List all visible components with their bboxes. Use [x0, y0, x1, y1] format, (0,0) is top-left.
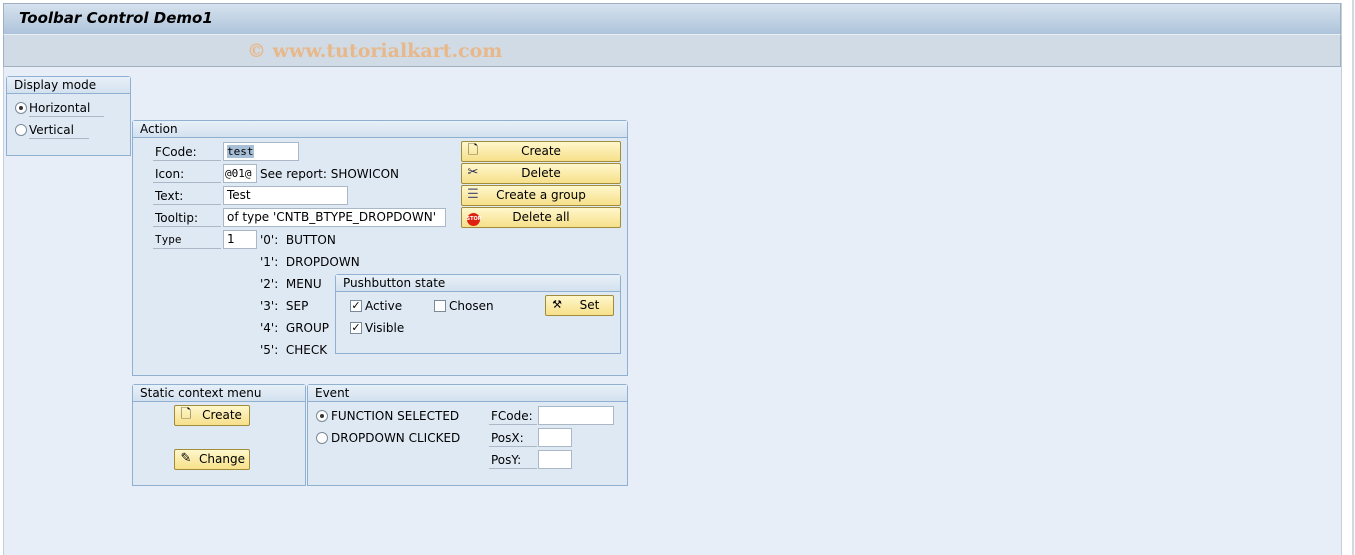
active-checkbox[interactable]: ✓ [350, 300, 362, 312]
function-selected-radio[interactable] [316, 410, 328, 422]
dropdown-clicked-label[interactable]: DROPDOWN CLICKED [331, 430, 460, 446]
create-button[interactable]: 🗋 Create [461, 141, 621, 162]
event-fcode-label: FCode: [489, 408, 537, 425]
delete-all-button[interactable]: STOP Delete all [461, 207, 621, 228]
horizontal-label[interactable]: Horizontal [29, 100, 104, 117]
settings-icon: ⚒ [552, 298, 562, 311]
static-context-menu-title: Static context menu [133, 385, 305, 402]
scissors-icon: ✂ [467, 165, 479, 180]
text-label: Text: [153, 188, 221, 205]
stack-icon: ☰ [467, 187, 479, 202]
pushbutton-state-title: Pushbutton state [336, 275, 620, 292]
static-context-menu-group: Static context menu [132, 384, 306, 486]
visible-checkbox[interactable]: ✓ [350, 322, 362, 334]
watermark: © www.tutorialkart.com [247, 40, 503, 62]
context-change-button[interactable]: ✎ Change [174, 449, 250, 470]
vertical-radio[interactable] [15, 124, 27, 136]
tooltip-input[interactable]: of type 'CNTB_BTYPE_DROPDOWN' [223, 208, 446, 227]
stop-icon: STOP [465, 209, 481, 226]
window-border [1352, 0, 1354, 555]
event-fcode-input[interactable] [538, 406, 614, 425]
posx-label: PosX: [489, 430, 537, 447]
tooltip-label: Tooltip: [153, 210, 221, 227]
type-input[interactable]: 1 [223, 230, 257, 249]
action-title: Action [133, 121, 627, 138]
type-option: '3': SEP [260, 299, 309, 313]
type-option: '2': MENU [260, 277, 322, 291]
icon-hint: See report: SHOWICON [260, 167, 399, 181]
create-group-button[interactable]: ☰ Create a group [461, 185, 621, 206]
vertical-label[interactable]: Vertical [29, 122, 89, 139]
icon-label: Icon: [153, 166, 221, 183]
posy-input[interactable] [538, 450, 572, 469]
application-toolbar: © www.tutorialkart.com [3, 35, 1341, 67]
context-create-button[interactable]: 🗋 Create [174, 405, 250, 426]
type-option: '1': DROPDOWN [260, 255, 360, 269]
event-title: Event [308, 385, 627, 402]
chosen-checkbox[interactable] [434, 300, 446, 312]
pencil-icon: ✎ [180, 451, 192, 466]
text-input[interactable]: Test [223, 186, 348, 205]
active-label[interactable]: Active [365, 298, 402, 314]
page-title: Toolbar Control Demo1 [19, 9, 213, 27]
delete-button[interactable]: ✂ Delete [461, 163, 621, 184]
icon-input[interactable]: @01@ [223, 164, 257, 183]
display-mode-title: Display mode [7, 77, 130, 94]
posy-label: PosY: [489, 452, 537, 469]
posx-input[interactable] [538, 428, 572, 447]
chosen-label[interactable]: Chosen [449, 298, 494, 314]
visible-label[interactable]: Visible [365, 320, 404, 336]
type-option: '4': GROUP [260, 321, 330, 335]
dropdown-clicked-radio[interactable] [316, 432, 328, 444]
fcode-label: FCode: [153, 144, 221, 161]
document-icon: 🗋 [180, 407, 192, 422]
title-bar: Toolbar Control Demo1 [3, 3, 1341, 35]
type-option: '5': CHECK [260, 343, 328, 357]
document-icon: 🗋 [467, 143, 479, 158]
fcode-input[interactable]: test [223, 142, 299, 161]
set-button[interactable]: ⚒ Set [545, 295, 614, 316]
horizontal-radio[interactable] [15, 102, 27, 114]
type-option: '0': BUTTON [260, 233, 336, 247]
function-selected-label[interactable]: FUNCTION SELECTED [331, 408, 459, 424]
type-label: Type [153, 232, 221, 249]
